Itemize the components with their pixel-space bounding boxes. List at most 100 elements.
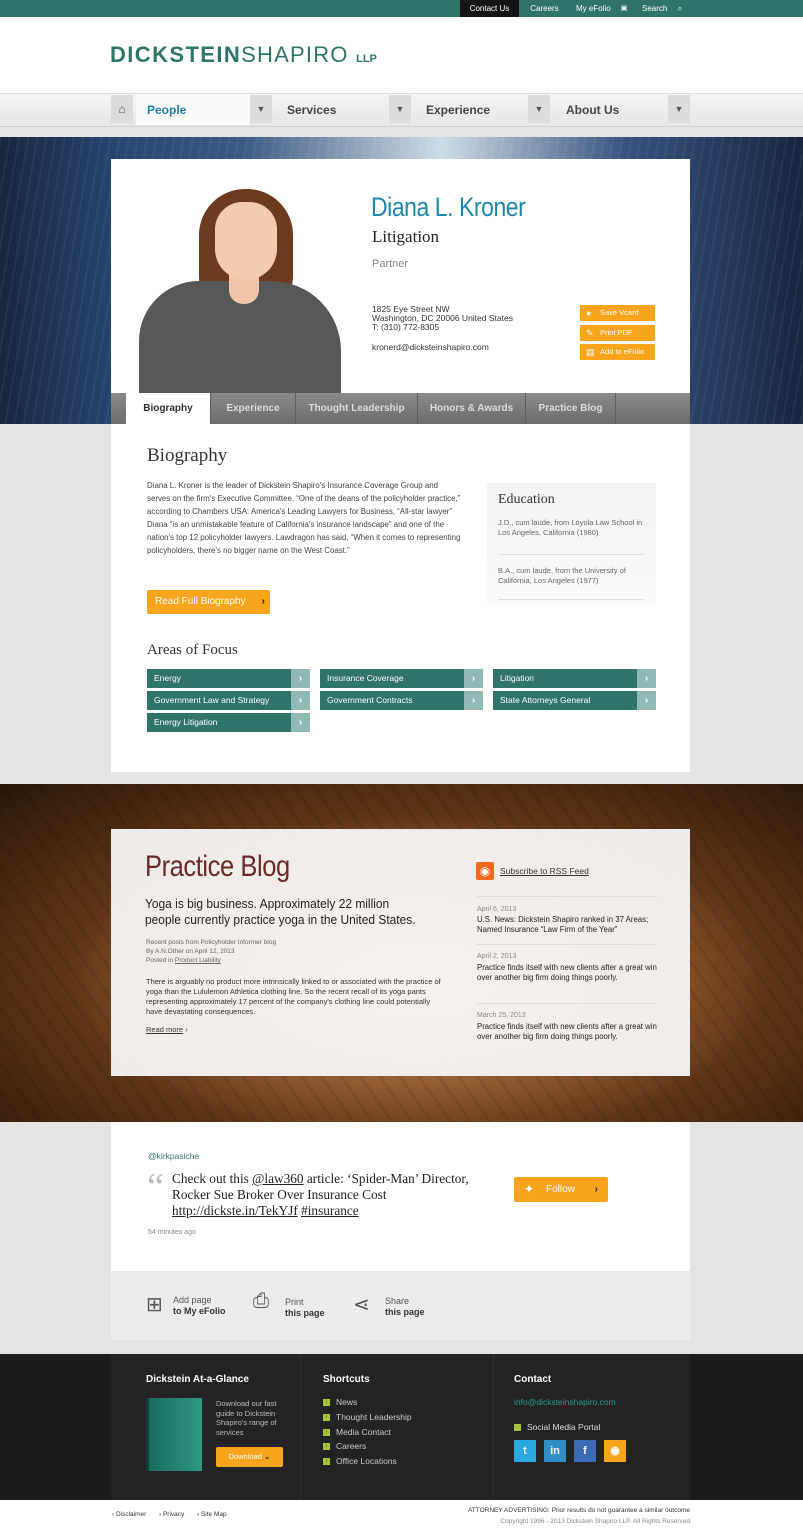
post-link[interactable]: Practice finds itself with new clients a… <box>477 963 662 983</box>
shortcut-careers[interactable]: › Careers <box>323 1441 366 1451</box>
shortcut-media-contact[interactable]: › Media Contact <box>323 1427 391 1437</box>
shortcut-office-locations[interactable]: › Office Locations <box>323 1456 397 1466</box>
chevron-right-icon: › <box>291 691 310 710</box>
folio-icon: ▤ <box>586 347 595 357</box>
download-button[interactable]: Download ⌄ <box>216 1447 283 1467</box>
attorney-name: Diana L. Kroner <box>371 192 526 222</box>
tab-practice-blog[interactable]: Practice Blog <box>526 393 616 424</box>
rss-subscribe-link[interactable]: Subscribe to RSS Feed <box>500 866 589 876</box>
blog-excerpt: There is arguably no product more intrin… <box>146 977 441 1016</box>
chevron-down-icon[interactable]: ▼ <box>668 95 690 123</box>
add-page-sublabel[interactable]: to My eFolio <box>173 1306 226 1316</box>
follow-label: Follow <box>546 1184 575 1195</box>
save-vcard-button[interactable]: ● Save Vcard <box>580 305 655 321</box>
focus-item-state-attorneys-general[interactable]: State Attorneys General › <box>493 691 656 710</box>
chevron-down-icon[interactable]: ▼ <box>389 95 411 123</box>
disclaimer-link[interactable]: › Disclaimer <box>112 1511 146 1518</box>
biography-text: Diana L. Kroner is the leader of Dickste… <box>147 481 461 555</box>
chevron-down-icon[interactable]: ▼ <box>250 95 272 123</box>
my-efolio-link[interactable]: My eFolio <box>570 0 619 17</box>
privacy-link[interactable]: › Privacy <box>159 1511 184 1518</box>
follow-button[interactable]: ✦ Follow › <box>514 1177 608 1202</box>
focus-item-energy-litigation[interactable]: Energy Litigation › <box>147 713 310 732</box>
bullet-arrow-icon: › <box>323 1414 330 1422</box>
attorney-advertising-notice: ATTORNEY ADVERTISING: Prior results do n… <box>467 1507 690 1514</box>
focus-item-energy[interactable]: Energy › <box>147 669 310 688</box>
contact-heading: Contact <box>514 1374 552 1385</box>
shortcut-label: Careers <box>336 1441 367 1451</box>
brochure-thumbnail[interactable] <box>146 1398 202 1471</box>
focus-item-insurance-coverage[interactable]: Insurance Coverage › <box>320 669 483 688</box>
share-sublabel[interactable]: this page <box>385 1307 425 1317</box>
shortcut-news[interactable]: › News <box>323 1397 357 1407</box>
tab-experience[interactable]: Experience <box>211 393 296 424</box>
shortcut-label: Thought Leadership <box>336 1412 412 1422</box>
focus-label: Government Law and Strategy <box>154 695 270 705</box>
share-label[interactable]: Share <box>385 1296 409 1306</box>
contact-email-link[interactable]: info@dicksteinshapiro.com <box>514 1397 616 1407</box>
nav-experience[interactable]: Experience <box>426 95 526 125</box>
glance-text: Download our fast guide to Dickstein Sha… <box>216 1399 277 1437</box>
read-full-biography-button[interactable]: Read Full Biography › <box>147 590 270 614</box>
social-media-portal-link[interactable]: Social Media Portal <box>514 1422 600 1432</box>
rss-icon[interactable]: ◉ <box>604 1440 626 1462</box>
print-sublabel[interactable]: this page <box>285 1308 325 1318</box>
sitemap-link[interactable]: › Site Map <box>197 1511 227 1518</box>
print-pdf-button[interactable]: ✎ Print PDF <box>580 325 655 341</box>
social-portal-label: Social Media Portal <box>527 1422 601 1432</box>
nav-about-us[interactable]: About Us <box>566 95 666 125</box>
facebook-icon[interactable]: f <box>574 1440 596 1462</box>
nav-people[interactable]: People <box>136 95 250 125</box>
read-more-label: Read more <box>146 1025 184 1034</box>
focus-label: Government Contracts <box>327 695 413 705</box>
careers-link[interactable]: Careers <box>523 0 566 17</box>
email-link[interactable]: kronerd@dicksteinshapiro.com <box>372 342 489 353</box>
read-more-link[interactable]: Read more › <box>146 1025 188 1034</box>
shortcut-label: Office Locations <box>336 1456 397 1466</box>
add-page-label[interactable]: Add page <box>173 1295 212 1305</box>
nav-services[interactable]: Services <box>287 95 387 125</box>
divider <box>493 1354 494 1500</box>
focus-item-government-law[interactable]: Government Law and Strategy › <box>147 691 310 710</box>
print-pdf-label: Print PDF <box>600 328 633 337</box>
linkedin-icon[interactable]: in <box>544 1440 566 1462</box>
post-link[interactable]: Practice finds itself with new clients a… <box>477 1022 662 1042</box>
focus-item-government-contracts[interactable]: Government Contracts › <box>320 691 483 710</box>
category-prefix: Posted in <box>146 957 175 964</box>
focus-label: Energy Litigation <box>154 717 218 727</box>
home-icon[interactable]: ⌂ <box>111 95 133 123</box>
twitter-icon[interactable]: t <box>514 1440 536 1462</box>
printer-icon[interactable]: ⎙ <box>253 1290 269 1313</box>
add-page-icon[interactable]: ⊞ <box>146 1292 163 1317</box>
print-label[interactable]: Print <box>285 1297 304 1307</box>
tweet-mention-link[interactable]: @law360 <box>252 1171 303 1186</box>
search-link[interactable]: Search <box>637 0 675 17</box>
shortcut-thought-leadership[interactable]: › Thought Leadership <box>323 1412 412 1422</box>
tab-honors-awards[interactable]: Honors & Awards <box>418 393 526 424</box>
post-link[interactable]: U.S. News: Dickstein Shapiro ranked in 3… <box>477 915 662 935</box>
tweet-url-link[interactable]: http://dickste.in/TekYJf <box>172 1203 298 1218</box>
chevron-right-icon: › <box>291 713 310 732</box>
tweet-timestamp: 54 minutes ago <box>148 1229 196 1236</box>
chevron-right-icon: › <box>464 691 483 710</box>
read-full-biography-label: Read Full Biography <box>155 596 246 607</box>
tweet-hashtag-link[interactable]: #insurance <box>301 1203 359 1218</box>
twitter-handle[interactable]: @kirkpasiche <box>148 1151 199 1161</box>
share-icon[interactable]: ⋖ <box>353 1292 370 1317</box>
focus-item-litigation[interactable]: Litigation › <box>493 669 656 688</box>
add-to-efolio-button[interactable]: ▤ Add to eFolio <box>580 344 655 360</box>
biography-heading: Biography <box>147 445 228 466</box>
divider <box>477 896 657 897</box>
shortcut-label: News <box>336 1397 358 1407</box>
contact-us-link[interactable]: Contact Us <box>460 0 519 17</box>
tab-thought-leadership[interactable]: Thought Leadership <box>296 393 418 424</box>
bullet-arrow-icon: › <box>323 1429 330 1437</box>
category-link[interactable]: Product Liability <box>175 957 221 964</box>
blog-post-headline[interactable]: Yoga is big business. Approximately 22 m… <box>145 896 421 928</box>
tab-biography[interactable]: Biography <box>126 393 211 424</box>
shortcut-label: Media Contact <box>336 1427 391 1437</box>
chevron-down-icon[interactable]: ▼ <box>528 95 550 123</box>
rss-icon[interactable]: ◉ <box>476 862 494 880</box>
logo[interactable]: DICKSTEINSHAPIRO LLP <box>110 42 377 68</box>
utility-bar: Contact Us Careers My eFolio ▣ Search ⌕ <box>0 0 803 17</box>
